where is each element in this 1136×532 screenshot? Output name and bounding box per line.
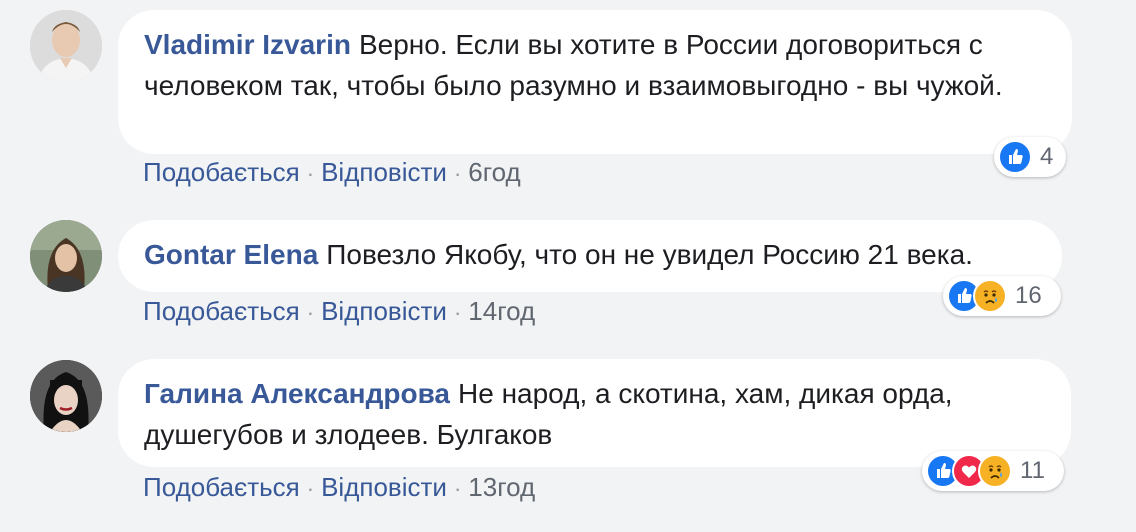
reaction-count: 4 [1040,143,1054,170]
comment-author[interactable]: Vladimir Izvarin [144,29,351,60]
comment-author[interactable]: Gontar Elena [144,239,318,270]
comment-bubble: Vladimir Izvarin Верно. Если вы хотите в … [118,10,1072,154]
reaction-count: 11 [1020,457,1045,484]
separator: · [306,161,315,186]
comment-time[interactable]: 6год [468,157,520,187]
comment-author[interactable]: Галина Александрова [144,378,450,409]
reaction-count: 16 [1015,282,1042,309]
comment-time[interactable]: 14год [468,296,535,326]
comment-time[interactable]: 13год [468,472,535,502]
separator: · [306,476,315,501]
comment-actions: Подобається · Відповісти · 13год [143,472,535,503]
avatar[interactable] [30,220,102,292]
separator: · [453,161,462,186]
reactions-summary[interactable]: 16 [943,276,1061,316]
comment-bubble: Галина Александрова Не народ, а скотина, … [118,359,1071,467]
separator: · [306,300,315,325]
separator: · [453,476,462,501]
reply-link[interactable]: Відповісти [321,296,447,326]
like-link[interactable]: Подобається [143,296,300,326]
avatar[interactable] [30,360,102,432]
avatar[interactable] [30,10,102,82]
reply-link[interactable]: Відповісти [321,472,447,502]
like-icon [998,140,1032,174]
like-link[interactable]: Подобається [143,157,300,187]
reactions-summary[interactable]: 11 [922,451,1064,491]
separator: · [453,300,462,325]
reply-link[interactable]: Відповісти [321,157,447,187]
sad-icon [973,279,1007,313]
comment-actions: Подобається · Відповісти · 14год [143,296,535,327]
like-link[interactable]: Подобається [143,472,300,502]
comment-actions: Подобається · Відповісти · 6год [143,157,521,188]
reactions-summary[interactable]: 4 [994,137,1066,177]
comment-text: Повезло Якобу, что он не увидел Россию 2… [326,239,973,270]
sad-icon [978,454,1012,488]
comment-bubble: Gontar Elena Повезло Якобу, что он не уви… [118,220,1062,292]
